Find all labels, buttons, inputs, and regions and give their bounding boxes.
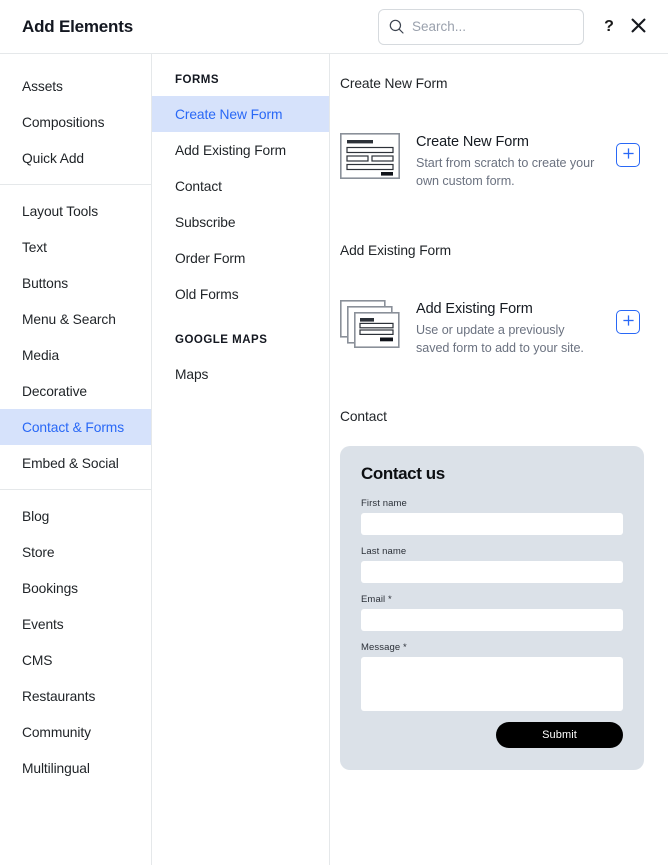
sidebar-item-blog[interactable]: Blog [0, 498, 151, 534]
plus-icon [622, 147, 635, 163]
midnav-section-header-google-maps: GOOGLE MAPS [175, 334, 268, 346]
next-section-title-partial [340, 770, 644, 784]
sidebar-item-layout-tools[interactable]: Layout Tools [0, 193, 151, 229]
add-existing-form-button[interactable] [616, 309, 640, 334]
page-title: Add Elements [22, 16, 133, 36]
close-icon [631, 18, 646, 36]
add-create-new-form-button[interactable] [616, 143, 640, 167]
sidebar-item-assets[interactable]: Assets [0, 68, 151, 104]
offer-text-create-new-form: Create New Form Start from scratch to cr… [416, 133, 600, 191]
close-button[interactable] [626, 12, 650, 42]
search-box[interactable] [378, 8, 584, 45]
section-add-existing-form: Add Existing Form Add Existing Form Use … [340, 191, 644, 358]
sidebar-item-events[interactable]: Events [0, 606, 151, 642]
sidebar-item-menu-and-search[interactable]: Menu & Search [0, 301, 151, 337]
sidebar-item-cms[interactable]: CMS [0, 642, 151, 678]
single-form-page-icon [340, 133, 401, 180]
submit-row: Submit [361, 722, 623, 748]
field-message: Message * [361, 642, 623, 711]
section-title-add-existing-form: Add Existing Form [340, 242, 452, 258]
sidebar-item-multilingual[interactable]: Multilingual [0, 750, 151, 786]
midnav-item-subscribe[interactable]: Subscribe [152, 204, 329, 240]
midnav-section-header-forms: FORMS [175, 74, 220, 86]
sidebar-divider-1 [0, 184, 151, 185]
sidebar-item-compositions[interactable]: Compositions [0, 104, 151, 140]
field-last-name: Last name [361, 546, 623, 583]
field-label-last-name: Last name [361, 546, 407, 557]
field-input-last-name[interactable] [361, 561, 623, 583]
sidebar-group-2: Layout Tools Text Buttons Menu & Search … [0, 187, 151, 487]
section-contact: Contact Contact us First name Last name … [340, 357, 644, 784]
sidebar-item-contact-and-forms[interactable]: Contact & Forms [0, 409, 151, 445]
panel-header: Add Elements ? [0, 0, 668, 54]
contact-form-heading: Contact us [361, 464, 445, 483]
sidebar-item-decorative[interactable]: Decorative [0, 373, 151, 409]
add-elements-panel: Add Elements ? Asse [0, 0, 668, 865]
sidebar-item-buttons[interactable]: Buttons [0, 265, 151, 301]
sidebar-item-text[interactable]: Text [0, 229, 151, 265]
submit-button[interactable]: Submit [496, 722, 623, 748]
midnav-section-gap [152, 312, 329, 328]
offer-add-existing-form[interactable]: Add Existing Form Use or update a previo… [340, 299, 644, 358]
sidebar-group-3: Blog Store Bookings Events CMS Restauran… [0, 492, 151, 792]
sidebar-item-media[interactable]: Media [0, 337, 151, 373]
section-title-contact: Contact [340, 409, 387, 424]
field-input-first-name[interactable] [361, 513, 623, 535]
sidebar-item-store[interactable]: Store [0, 534, 151, 570]
contact-form-preview-card[interactable]: Contact us First name Last name Email * [340, 446, 644, 770]
category-sidebar: Assets Compositions Quick Add Layout Too… [0, 54, 152, 865]
field-input-message[interactable] [361, 657, 623, 711]
offer-text-add-existing-form: Add Existing Form Use or update a previo… [416, 300, 600, 358]
offer-name-add-existing-form: Add Existing Form [416, 300, 533, 317]
section-title-create-new-form: Create New Form [340, 76, 448, 91]
sidebar-item-bookings[interactable]: Bookings [0, 570, 151, 606]
plus-icon [622, 314, 635, 330]
sidebar-item-embed-and-social[interactable]: Embed & Social [0, 445, 151, 481]
sidebar-item-restaurants[interactable]: Restaurants [0, 678, 151, 714]
midnav-item-add-existing-form[interactable]: Add Existing Form [152, 132, 329, 168]
field-label-message: Message * [361, 642, 407, 653]
midnav-item-create-new-form[interactable]: Create New Form [152, 96, 329, 132]
midnav-item-old-forms[interactable]: Old Forms [152, 276, 329, 312]
offer-name-create-new-form: Create New Form [416, 134, 529, 150]
panel-body: Assets Compositions Quick Add Layout Too… [0, 54, 668, 865]
field-label-first-name: First name [361, 498, 407, 509]
search-icon [389, 19, 404, 34]
sidebar-item-community[interactable]: Community [0, 714, 151, 750]
offer-create-new-form[interactable]: Create New Form Start from scratch to cr… [340, 133, 644, 191]
subcategory-sidebar: FORMS Create New Form Add Existing Form … [152, 54, 330, 865]
sidebar-group-1: Assets Compositions Quick Add [0, 62, 151, 182]
offer-description-add-existing-form: Use or update a previously saved form to… [416, 322, 584, 355]
main-content: Create New Form Create New Form Start fr… [330, 54, 668, 865]
field-first-name: First name [361, 498, 623, 535]
field-input-email[interactable] [361, 609, 623, 631]
search-input[interactable] [412, 19, 573, 34]
offer-description-create-new-form: Start from scratch to create your own cu… [416, 156, 595, 189]
stacked-form-pages-icon [340, 299, 400, 348]
midnav-item-maps[interactable]: Maps [152, 356, 329, 392]
sidebar-item-quick-add[interactable]: Quick Add [0, 140, 151, 176]
midnav-item-order-form[interactable]: Order Form [152, 240, 329, 276]
field-label-email: Email * [361, 594, 392, 605]
sidebar-divider-2 [0, 489, 151, 490]
field-email: Email * [361, 594, 623, 631]
help-button[interactable]: ? [598, 12, 620, 42]
section-create-new-form: Create New Form Create New Form Start fr… [340, 54, 644, 191]
midnav-item-contact[interactable]: Contact [152, 168, 329, 204]
